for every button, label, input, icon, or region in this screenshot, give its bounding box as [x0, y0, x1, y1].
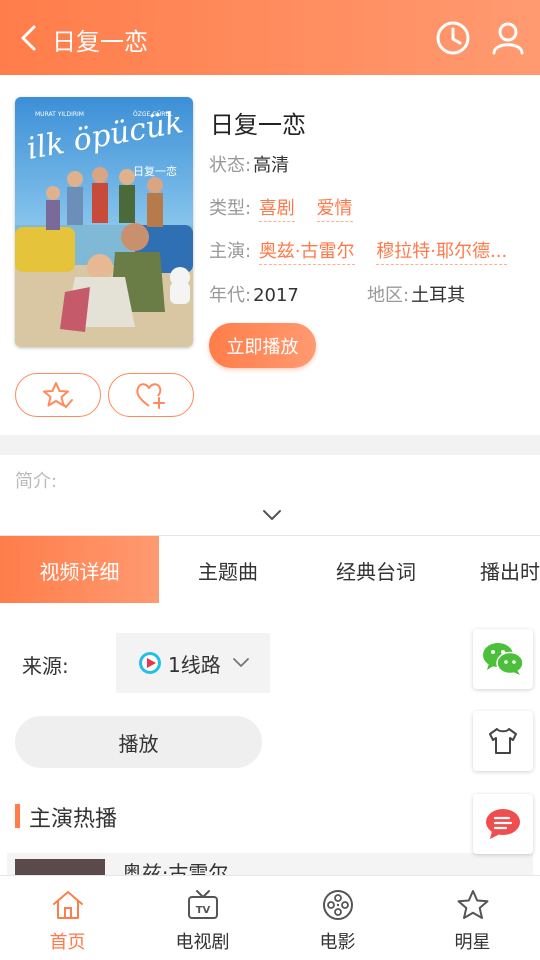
skin-button[interactable] — [473, 711, 533, 771]
video-detail-panel: 来源: 1线路 播放 主演热播 奥兹·古雷尔 — [0, 603, 540, 883]
home-icon — [52, 891, 83, 919]
year-value: 2017 — [253, 285, 299, 306]
chat-bubble-icon — [486, 809, 520, 839]
source-label: 来源: — [22, 654, 69, 678]
heart-plus-icon — [136, 383, 165, 409]
play-button[interactable]: 播放 — [15, 716, 262, 768]
back-arrow-icon[interactable] — [14, 22, 44, 54]
nav-label-home: 首页 — [49, 932, 86, 953]
tab-video-details[interactable]: 视频详细 — [0, 536, 159, 603]
synopsis-section: 简介: — [0, 455, 540, 535]
tab-air-time[interactable]: 播出时 — [455, 536, 540, 603]
nav-label-movie: 电影 — [319, 932, 356, 953]
detail-tabs: 视频详细 主题曲 经典台词 播出时 — [0, 535, 540, 603]
movie-info-card: MURAT YILDIRIM ÖZGE GÜREL ilk öpücük 日复一… — [0, 75, 540, 435]
status-label: 状态: — [209, 155, 252, 176]
nav-label-star: 明星 — [454, 932, 491, 953]
cast-row: 主演: 奥兹·古雷尔 穆拉特·耶尔德... — [209, 237, 508, 265]
genre-link[interactable]: 喜剧 — [258, 198, 295, 222]
favorite-button[interactable] — [15, 373, 101, 417]
nav-item-star[interactable]: 明星 — [405, 876, 540, 960]
film-reel-icon — [322, 890, 353, 920]
nav-label-tv: 电视剧 — [175, 932, 230, 953]
year-row: 年代: 2017 — [209, 281, 299, 307]
nav-item-movie[interactable]: 电影 — [270, 876, 405, 960]
year-label: 年代: — [209, 285, 252, 306]
tshirt-icon — [489, 728, 517, 754]
wechat-share-button[interactable] — [473, 629, 533, 689]
region-row: 地区: 土耳其 — [367, 281, 465, 307]
tv-icon: TV — [187, 890, 218, 919]
like-button[interactable] — [108, 373, 194, 417]
status-value: 高清 — [253, 155, 290, 176]
synopsis-label: 简介: — [15, 471, 58, 492]
tab-classic-lines[interactable]: 经典台词 — [297, 536, 455, 603]
play-source-icon — [139, 652, 161, 674]
wechat-icon — [483, 643, 524, 675]
poster-subtitle-art: 日复一恋 — [133, 164, 177, 178]
star-icon — [457, 890, 488, 919]
genre-label: 类型: — [209, 198, 252, 219]
play-now-button[interactable]: 立即播放 — [209, 323, 316, 368]
section-title: 主演热播 — [15, 801, 117, 833]
source-select[interactable]: 1线路 — [116, 633, 270, 693]
status-row: 状态: 高清 — [209, 151, 289, 177]
top-app-bar: 日复一恋 — [0, 0, 540, 75]
cast-label: 主演: — [209, 241, 252, 262]
movie-poster[interactable]: MURAT YILDIRIM ÖZGE GÜREL ilk öpücük 日复一… — [15, 97, 193, 347]
genre-row: 类型: 喜剧 爱情 — [209, 194, 353, 222]
region-label: 地区: — [367, 285, 410, 306]
star-outline-icon — [43, 382, 73, 409]
bottom-navigation: 首页 TV 电视剧 电影 明星 — [0, 875, 540, 960]
poster-actor-left: MURAT YILDIRIM — [35, 111, 84, 118]
movie-title: 日复一恋 — [210, 111, 306, 139]
cast-link[interactable]: 穆拉特·耶尔德... — [376, 241, 508, 265]
feedback-button[interactable] — [473, 794, 533, 854]
region-value: 土耳其 — [411, 285, 466, 306]
chevron-down-icon[interactable] — [261, 508, 283, 522]
svg-text:TV: TV — [195, 905, 210, 916]
cast-link[interactable]: 奥兹·古雷尔 — [258, 241, 355, 265]
user-icon[interactable] — [490, 20, 526, 56]
chevron-down-icon — [232, 658, 249, 667]
page-title: 日复一恋 — [52, 28, 148, 56]
clock-icon[interactable] — [435, 20, 471, 56]
tab-theme-song[interactable]: 主题曲 — [159, 536, 297, 603]
nav-item-tv[interactable]: TV 电视剧 — [135, 876, 270, 960]
nav-item-home[interactable]: 首页 — [0, 876, 135, 960]
source-value: 1线路 — [168, 652, 221, 677]
genre-link[interactable]: 爱情 — [316, 198, 353, 222]
